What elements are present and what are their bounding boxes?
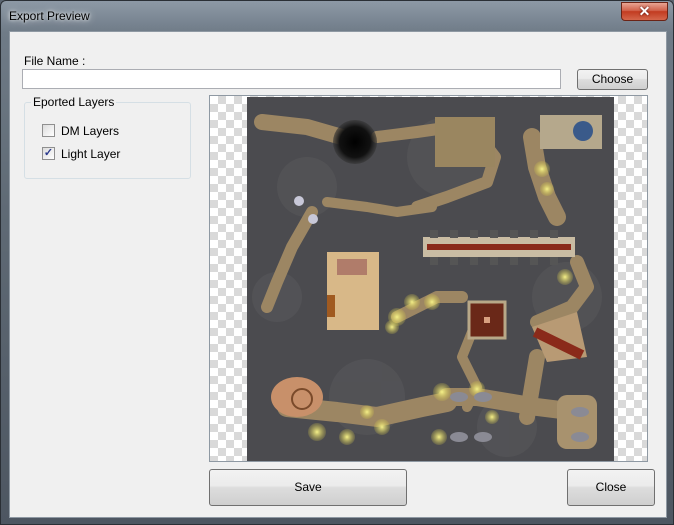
- title-bar[interactable]: Export Preview ✕: [1, 1, 674, 31]
- choose-button[interactable]: Choose: [577, 69, 648, 90]
- token-marker: [294, 196, 304, 206]
- file-name-input[interactable]: [22, 69, 561, 89]
- light-layer-label: Light Layer: [61, 147, 121, 161]
- window-close-button[interactable]: ✕: [621, 2, 668, 21]
- window-title: Export Preview: [9, 9, 90, 23]
- window-frame: Export Preview ✕ File Name : Choose Epor…: [0, 0, 674, 525]
- portal-marker: [573, 121, 593, 141]
- close-button[interactable]: Close: [567, 469, 655, 506]
- close-icon: ✕: [638, 3, 651, 19]
- token-marker: [308, 214, 318, 224]
- map-preview-image: [247, 97, 614, 461]
- export-preview-panel: [209, 95, 648, 462]
- exported-layers-group: Eported Layers: [24, 95, 191, 179]
- dark-pit: [333, 120, 377, 164]
- exported-layers-legend: Eported Layers: [31, 95, 117, 109]
- save-button[interactable]: Save: [209, 469, 407, 506]
- round-chamber: [271, 377, 323, 417]
- dm-layers-checkbox[interactable]: [42, 124, 55, 137]
- room-northeast: [435, 117, 495, 167]
- dm-layers-label: DM Layers: [61, 124, 120, 138]
- file-name-label: File Name :: [24, 54, 86, 68]
- light-layer-checkbox[interactable]: ✓: [42, 147, 55, 160]
- dialog-client-area: File Name : Choose Eported Layers DM Lay…: [9, 31, 667, 518]
